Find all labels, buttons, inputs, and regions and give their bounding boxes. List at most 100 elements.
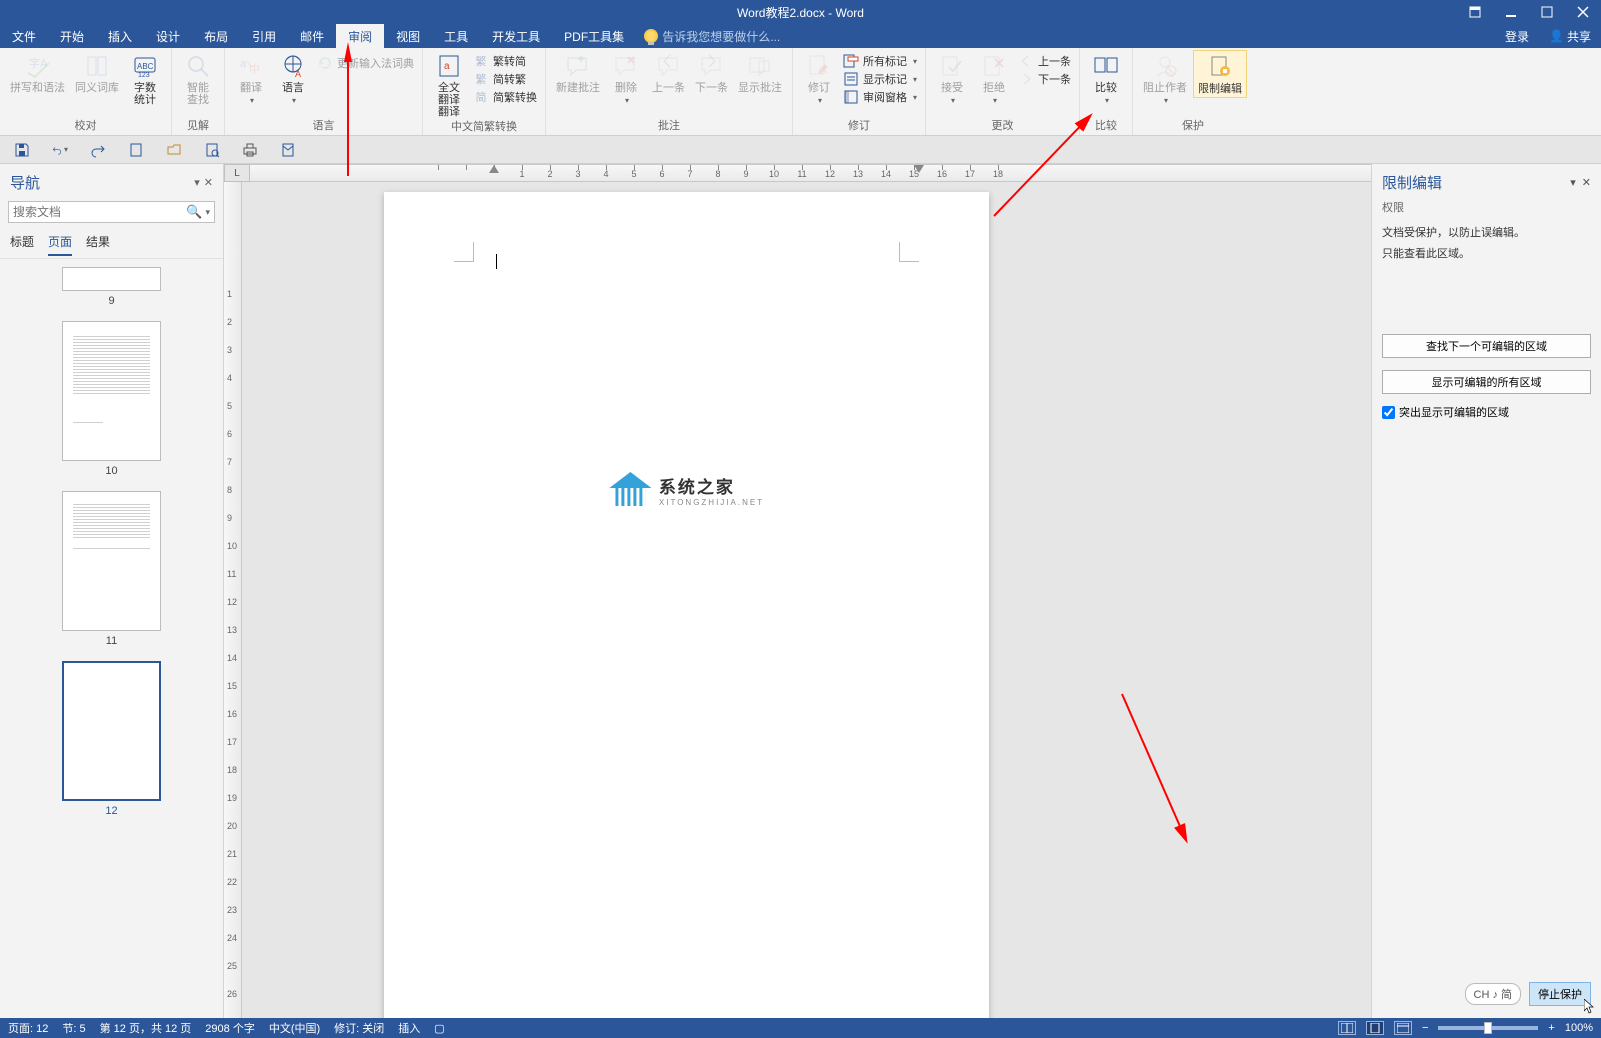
tab-home[interactable]: 开始 xyxy=(48,24,96,48)
prev-comment-button[interactable]: 上一条 xyxy=(648,50,689,96)
save-icon[interactable] xyxy=(14,142,30,158)
tab-devtools[interactable]: 开发工具 xyxy=(480,24,552,48)
stop-protection-button[interactable]: 停止保护 xyxy=(1529,982,1591,1006)
zoom-slider[interactable] xyxy=(1438,1026,1538,1030)
word-count-button[interactable]: ABC123字数 统计 xyxy=(125,50,165,108)
redo-icon[interactable] xyxy=(90,142,106,158)
maximize-icon[interactable] xyxy=(1529,0,1565,24)
undo-icon[interactable]: ▾ xyxy=(52,142,68,158)
zoom-in-icon[interactable]: + xyxy=(1548,1022,1554,1034)
simp-trad-convert-button[interactable]: 简简繁转换 xyxy=(471,88,539,106)
search-dropdown-icon[interactable]: ▾ xyxy=(205,207,210,218)
email-icon[interactable] xyxy=(280,142,296,158)
trad-to-simp-button[interactable]: 繁繁转简 xyxy=(471,52,539,70)
highlight-regions-checkbox[interactable]: 突出显示可编辑的区域 xyxy=(1382,404,1591,420)
nav-pane-close-icon[interactable]: ✕ xyxy=(204,176,213,189)
compare-button[interactable]: 比较▾ xyxy=(1086,50,1126,107)
nav-tab-results[interactable]: 结果 xyxy=(86,233,110,256)
tab-pdf[interactable]: PDF工具集 xyxy=(552,24,636,48)
nav-pane-menu-icon[interactable]: ▾ xyxy=(194,176,200,189)
print-preview-icon[interactable] xyxy=(204,142,220,158)
vertical-ruler[interactable]: 1234567891011121314151617181920212223242… xyxy=(224,182,242,1018)
status-page-of[interactable]: 第 12 页，共 12 页 xyxy=(100,1020,192,1036)
language-button[interactable]: A语言▾ xyxy=(273,50,313,107)
update-ime-button[interactable]: 更新输入法词典 xyxy=(315,54,416,72)
open-icon[interactable] xyxy=(166,142,182,158)
full-translate-button[interactable]: a全文 翻译 翻译 xyxy=(429,50,469,120)
tab-design[interactable]: 设计 xyxy=(144,24,192,48)
document-area[interactable]: L 123456789101112131415161718 1234567891… xyxy=(224,164,1371,1018)
nav-search[interactable]: 🔍 ▾ xyxy=(8,201,215,223)
status-language[interactable]: 中文(中国) xyxy=(269,1020,320,1036)
status-insert-mode[interactable]: 插入 xyxy=(398,1020,420,1036)
delete-comment-button[interactable]: 删除▾ xyxy=(606,50,646,107)
read-mode-icon[interactable] xyxy=(1338,1021,1356,1035)
tab-mailings[interactable]: 邮件 xyxy=(288,24,336,48)
simp-to-trad-button[interactable]: 繁简转繁 xyxy=(471,70,539,88)
print-layout-icon[interactable] xyxy=(1366,1021,1384,1035)
close-icon[interactable] xyxy=(1565,0,1601,24)
search-icon[interactable]: 🔍 xyxy=(186,204,202,220)
svg-text:a: a xyxy=(240,58,247,70)
title-bar: Word教程2.docx - Word xyxy=(0,0,1601,24)
page-thumbnail[interactable] xyxy=(62,267,161,291)
spelling-grammar-button[interactable]: 字A拼写和语法 xyxy=(6,50,69,96)
find-next-region-button[interactable]: 查找下一个可编辑的区域 xyxy=(1382,334,1591,358)
tab-layout[interactable]: 布局 xyxy=(192,24,240,48)
display-for-review-combo[interactable]: 所有标记▾ xyxy=(841,52,919,70)
next-change-button[interactable]: 下一条 xyxy=(1016,70,1073,88)
nav-tab-pages[interactable]: 页面 xyxy=(48,233,72,256)
zoom-out-icon[interactable]: − xyxy=(1422,1022,1428,1034)
tab-insert[interactable]: 插入 xyxy=(96,24,144,48)
new-doc-icon[interactable] xyxy=(128,142,144,158)
taskpane-close-icon[interactable]: ✕ xyxy=(1582,176,1591,189)
macro-record-icon[interactable]: ▢ xyxy=(434,1022,444,1035)
restrict-editing-button[interactable]: 限制编辑 xyxy=(1193,50,1247,98)
minimize-icon[interactable] xyxy=(1493,0,1529,24)
accept-button[interactable]: 接受▾ xyxy=(932,50,972,107)
block-authors-button[interactable]: 阻止作者▾ xyxy=(1139,50,1191,107)
web-layout-icon[interactable] xyxy=(1394,1021,1412,1035)
track-changes-button[interactable]: 修订▾ xyxy=(799,50,839,107)
taskpane-menu-icon[interactable]: ▾ xyxy=(1570,176,1576,189)
tab-file[interactable]: 文件 xyxy=(0,24,48,48)
document-page[interactable]: 系统之家 XITONGZHIJIA.NET xyxy=(384,192,989,1018)
print-icon[interactable] xyxy=(242,142,258,158)
show-all-regions-button[interactable]: 显示可编辑的所有区域 xyxy=(1382,370,1591,394)
next-comment-button[interactable]: 下一条 xyxy=(691,50,732,96)
thesaurus-button[interactable]: 同义词库 xyxy=(71,50,123,96)
ribbon-display-options-icon[interactable] xyxy=(1457,0,1493,24)
search-input[interactable] xyxy=(13,205,186,219)
tab-selector[interactable]: L xyxy=(224,164,250,182)
share-button[interactable]: 👤共享 xyxy=(1539,28,1601,45)
quick-access-toolbar: ▾ xyxy=(0,136,1601,164)
restrict-editing-pane: 限制编辑 ▾ ✕ 权限 文档受保护，以防止误编辑。 只能查看此区域。 查找下一个… xyxy=(1371,164,1601,1018)
show-comments-button[interactable]: 显示批注 xyxy=(734,50,786,96)
horizontal-ruler[interactable]: 123456789101112131415161718 xyxy=(250,164,1371,182)
show-markup-button[interactable]: 显示标记▾ xyxy=(841,70,919,88)
tab-review[interactable]: 审阅 xyxy=(336,24,384,48)
page-thumbnail[interactable] xyxy=(62,661,161,801)
new-comment-button[interactable]: 新建批注 xyxy=(552,50,604,96)
nav-tab-headings[interactable]: 标题 xyxy=(10,233,34,256)
reviewing-pane-button[interactable]: 审阅窗格▾ xyxy=(841,88,919,106)
prev-change-button[interactable]: 上一条 xyxy=(1016,52,1073,70)
smart-lookup-button[interactable]: 智能 查找 xyxy=(178,50,218,108)
login-link[interactable]: 登录 xyxy=(1495,28,1539,45)
page-thumbnail[interactable] xyxy=(62,491,161,631)
tab-tools[interactable]: 工具 xyxy=(432,24,480,48)
tab-references[interactable]: 引用 xyxy=(240,24,288,48)
status-word-count[interactable]: 2908 个字 xyxy=(205,1020,255,1036)
tell-me-search[interactable]: 告诉我您想要做什么... xyxy=(644,24,780,48)
page-thumbnails[interactable]: 9 10 11 12 xyxy=(0,259,223,1018)
reject-button[interactable]: 拒绝▾ xyxy=(974,50,1014,107)
status-track-changes[interactable]: 修订: 关闭 xyxy=(334,1020,384,1036)
tab-view[interactable]: 视图 xyxy=(384,24,432,48)
zoom-level[interactable]: 100% xyxy=(1565,1022,1593,1034)
translate-button[interactable]: a中翻译▾ xyxy=(231,50,271,107)
svg-text:A: A xyxy=(295,69,301,79)
status-section[interactable]: 节: 5 xyxy=(62,1020,85,1036)
page-thumbnail[interactable] xyxy=(62,321,161,461)
status-page[interactable]: 页面: 12 xyxy=(8,1020,48,1036)
ime-badge[interactable]: CH ♪ 简 xyxy=(1465,983,1522,1005)
